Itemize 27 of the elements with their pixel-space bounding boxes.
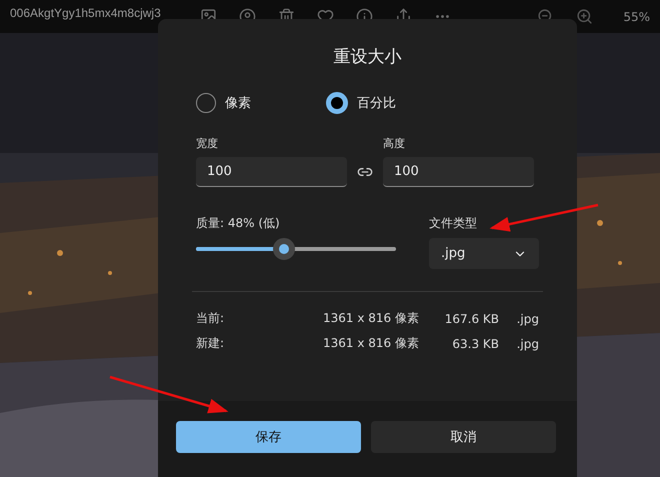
height-field[interactable]: 100 [383, 157, 534, 187]
file-format: .jpg [516, 336, 539, 350]
radio-label[interactable]: 百分比 [357, 94, 396, 112]
cancel-button[interactable]: 取消 [371, 421, 556, 453]
field-label: 高度 [383, 136, 406, 151]
width-field[interactable]: 100 [196, 157, 347, 187]
file-type-dropdown[interactable]: .jpg [429, 238, 539, 269]
file-type-label: 文件类型 [429, 215, 478, 232]
slider-thumb[interactable] [273, 238, 295, 260]
zoom-level: 55% [623, 10, 650, 24]
dialog-title: 重设大小 [332, 46, 402, 68]
dimensions: 1361 x 816 像素 [323, 335, 419, 352]
save-button[interactable]: 保存 [176, 421, 361, 453]
radio-button[interactable] [196, 93, 216, 113]
radio-button[interactable] [326, 92, 348, 114]
file-size: 167.6 KB [444, 312, 499, 326]
zoom-in-icon[interactable] [576, 8, 594, 25]
quality-label: 质量: 48% (低) [196, 215, 281, 232]
radio-label[interactable]: 像素 [225, 94, 251, 112]
dimensions: 1361 x 816 像素 [323, 310, 419, 327]
field-label: 宽度 [196, 136, 219, 151]
quality-slider[interactable] [196, 238, 396, 260]
file-size: 63.3 KB [451, 336, 499, 350]
file-name: 006AkgtYgy1h5mx4m8cjwj3 [10, 6, 162, 20]
file-format: .jpg [516, 312, 539, 326]
info-label: 当前: [196, 310, 226, 327]
info-label: 新建: [196, 335, 226, 352]
